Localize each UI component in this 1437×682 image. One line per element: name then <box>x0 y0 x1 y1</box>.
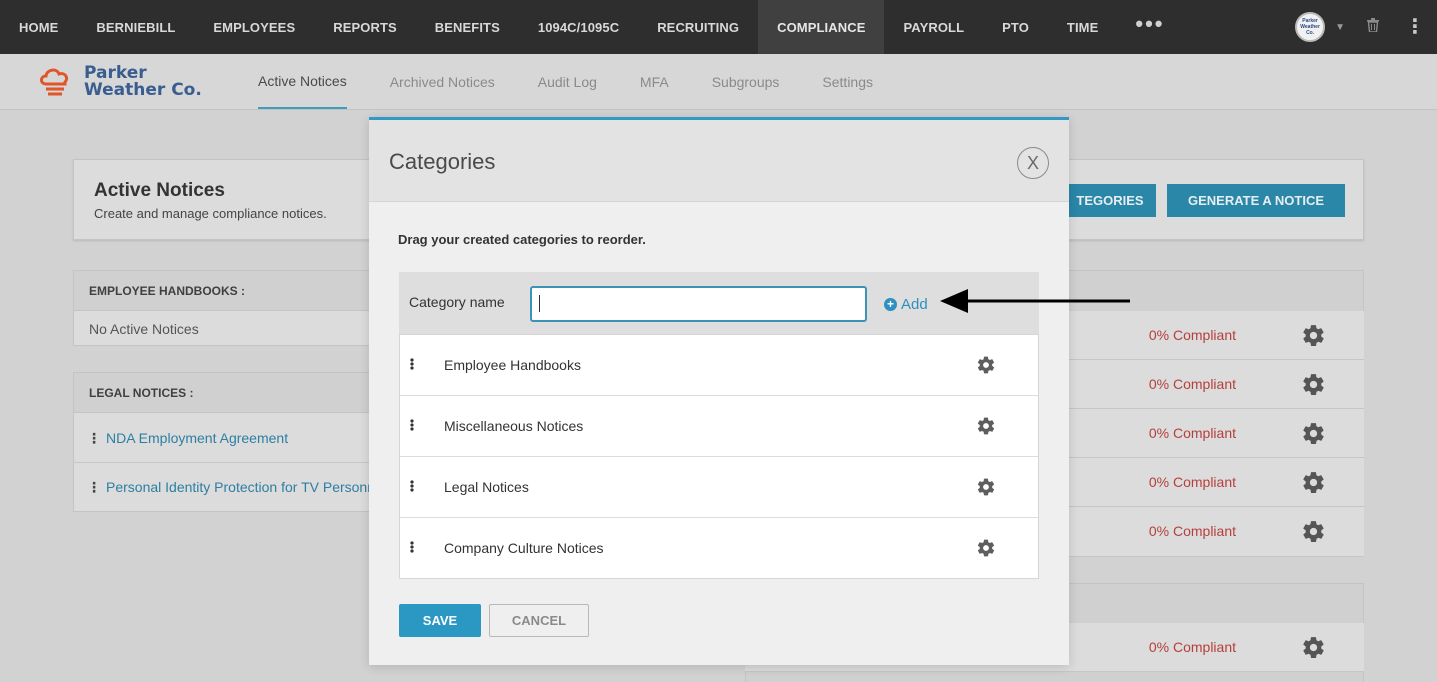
nav-payroll[interactable]: PAYROLL <box>884 0 983 54</box>
gear-icon[interactable] <box>976 355 996 380</box>
tab-audit-log[interactable]: Audit Log <box>538 54 597 110</box>
tab-mfa[interactable]: MFA <box>640 54 669 110</box>
brand-line-2: Weather Co. <box>84 80 202 100</box>
section-header: LEGAL NOTICES : <box>74 373 372 413</box>
modal-header: Categories X <box>369 120 1069 202</box>
category-name: Legal Notices <box>444 479 529 495</box>
gear-icon[interactable] <box>1301 421 1326 451</box>
top-navigation: HOME BERNIEBILL EMPLOYEES REPORTS BENEFI… <box>0 0 1437 54</box>
compliance-status: 0% Compliant <box>1148 639 1236 655</box>
category-item[interactable]: Miscellaneous Notices <box>400 396 1038 457</box>
tab-archived-notices[interactable]: Archived Notices <box>390 54 495 110</box>
avatar-logo-text: Parker Weather Co. <box>1300 18 1320 36</box>
gear-icon[interactable] <box>1301 470 1326 500</box>
section-header: EMPLOYEE HANDBOOKS : <box>74 271 372 311</box>
divider <box>74 462 372 463</box>
legal-notices-section: LEGAL NOTICES : ⋮ NDA Employment Agreemen… <box>73 372 383 512</box>
company-logo[interactable]: Parker Weather Co. <box>38 64 208 104</box>
drag-handle-icon[interactable] <box>410 479 414 497</box>
category-item[interactable]: Company Culture Notices <box>400 518 1038 578</box>
notice-link[interactable]: NDA Employment Agreement <box>106 430 288 446</box>
category-name: Employee Handbooks <box>444 357 581 373</box>
topnav-right: Parker Weather Co. ▼ ⋮ <box>1295 0 1437 54</box>
categories-button[interactable]: TEGORIES <box>1064 184 1156 217</box>
categories-modal: Categories X Drag your created categorie… <box>369 117 1069 665</box>
category-item[interactable]: Employee Handbooks <box>400 335 1038 396</box>
gear-icon[interactable] <box>1301 323 1326 353</box>
compliance-status: 0% Compliant <box>1148 474 1236 490</box>
list-item[interactable]: ⋮ Personal Identity Protection for TV Per… <box>87 479 383 496</box>
gear-icon[interactable] <box>976 538 996 563</box>
plus-circle-icon: + <box>884 298 897 311</box>
drag-handle-icon[interactable]: ⋮ <box>87 479 101 495</box>
nav-berniebill[interactable]: BERNIEBILL <box>77 0 194 54</box>
drag-handle-icon[interactable]: ⋮ <box>87 430 101 446</box>
nav-recruiting[interactable]: RECRUITING <box>638 0 758 54</box>
drag-handle-icon[interactable] <box>410 418 414 436</box>
page-title: Active Notices <box>94 180 225 201</box>
drag-handle-icon[interactable] <box>410 540 414 558</box>
cancel-button[interactable]: CANCEL <box>489 604 589 637</box>
annotation-arrow-icon <box>940 289 1130 313</box>
category-list: Employee Handbooks Miscellaneous Notices… <box>399 334 1039 579</box>
nav-compliance[interactable]: COMPLIANCE <box>758 0 885 54</box>
compliance-tabs: Active Notices Archived Notices Audit Lo… <box>258 54 916 110</box>
tab-active-notices[interactable]: Active Notices <box>258 54 347 109</box>
add-label: Add <box>901 296 928 313</box>
add-category-button[interactable]: + Add <box>884 296 928 313</box>
gear-icon[interactable] <box>976 416 996 441</box>
cloud-logo-icon <box>40 68 69 96</box>
compliance-status: 0% Compliant <box>1148 523 1236 539</box>
chevron-down-icon[interactable]: ▼ <box>1335 22 1345 33</box>
gear-icon[interactable] <box>1301 372 1326 402</box>
category-item[interactable]: Legal Notices <box>400 457 1038 518</box>
compliance-status: 0% Compliant <box>1148 425 1236 441</box>
notice-link[interactable]: Personal Identity Protection for TV Pers… <box>106 479 383 495</box>
sub-header: Parker Weather Co. Active Notices Archiv… <box>0 54 1437 110</box>
category-name-input[interactable] <box>530 286 867 322</box>
nav-employees[interactable]: EMPLOYEES <box>194 0 314 54</box>
category-name: Company Culture Notices <box>444 540 604 556</box>
nav-1094c-1095c[interactable]: 1094C/1095C <box>519 0 638 54</box>
drag-handle-icon[interactable] <box>410 357 414 375</box>
save-button[interactable]: SAVE <box>399 604 481 637</box>
category-name: Miscellaneous Notices <box>444 418 584 434</box>
tab-settings[interactable]: Settings <box>822 54 873 110</box>
nav-home[interactable]: HOME <box>0 0 77 54</box>
trash-icon[interactable] <box>1367 17 1379 37</box>
nav-reports[interactable]: REPORTS <box>314 0 416 54</box>
gear-icon[interactable] <box>976 477 996 502</box>
list-item[interactable]: ⋮ NDA Employment Agreement <box>87 430 288 447</box>
close-button[interactable]: X <box>1017 147 1049 179</box>
generate-notice-button[interactable]: GENERATE A NOTICE <box>1167 184 1345 217</box>
empty-state-text: No Active Notices <box>89 321 199 337</box>
page-subtitle: Create and manage compliance notices. <box>94 206 327 221</box>
modal-title: Categories <box>389 149 496 174</box>
compliance-status: 0% Compliant <box>1148 376 1236 392</box>
tab-subgroups[interactable]: Subgroups <box>712 54 780 110</box>
more-icon[interactable]: ••• <box>1117 0 1182 54</box>
gear-icon[interactable] <box>1301 519 1326 549</box>
avatar[interactable]: Parker Weather Co. <box>1295 12 1326 42</box>
reorder-instruction: Drag your created categories to reorder. <box>398 232 646 247</box>
gear-icon[interactable] <box>1301 635 1326 665</box>
category-name-label: Category name <box>409 294 505 310</box>
nav-time[interactable]: TIME <box>1048 0 1117 54</box>
text-cursor <box>539 295 540 312</box>
compliance-status: 0% Compliant <box>1148 327 1236 343</box>
nav-benefits[interactable]: BENEFITS <box>416 0 519 54</box>
employee-handbooks-section: EMPLOYEE HANDBOOKS : No Active Notices <box>73 270 373 346</box>
kebab-menu-icon[interactable]: ⋮ <box>1405 17 1425 37</box>
nav-pto[interactable]: PTO <box>983 0 1048 54</box>
